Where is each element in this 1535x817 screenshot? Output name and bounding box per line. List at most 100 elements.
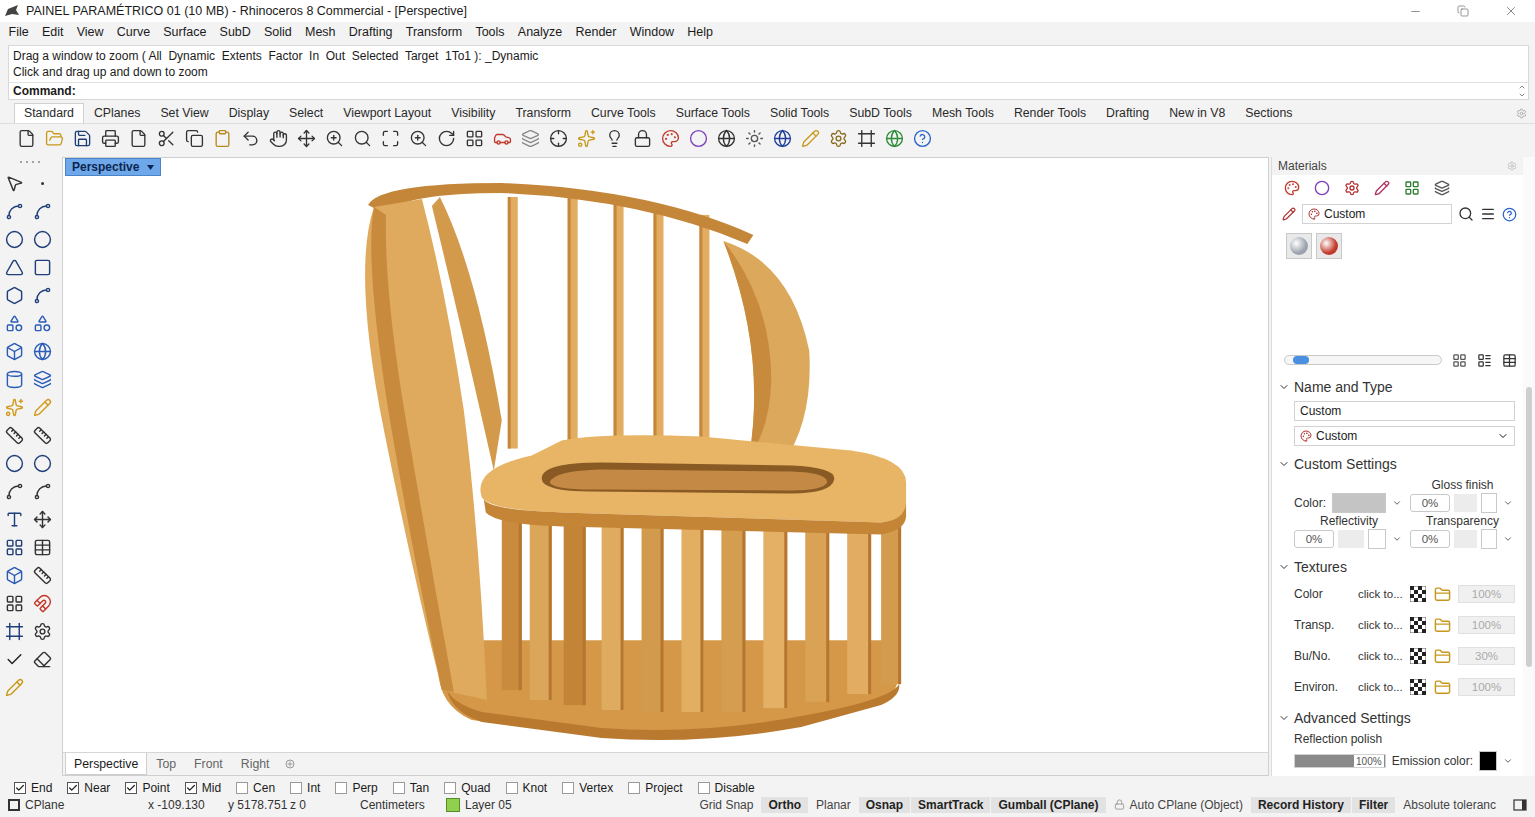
toolbar-tab[interactable]: Select <box>279 103 333 123</box>
textures-tab-icon[interactable] <box>1374 180 1390 196</box>
transparency-control[interactable]: 0% <box>1410 529 1515 549</box>
assign-icon[interactable] <box>1282 207 1296 221</box>
tool-button[interactable] <box>2 479 26 503</box>
status-pane[interactable]: Grid Snap <box>692 797 760 813</box>
toolbar-button[interactable] <box>294 126 318 150</box>
panel-scrollbar[interactable] <box>1523 157 1535 776</box>
osnap-item[interactable]: Quad <box>444 781 490 795</box>
tool-button[interactable] <box>2 255 26 279</box>
tool-button[interactable] <box>30 283 54 307</box>
toolbar-button[interactable] <box>714 126 738 150</box>
viewport-tab[interactable]: Front <box>185 753 232 775</box>
folder-icon[interactable] <box>1434 648 1451 665</box>
toolbar-tab[interactable]: Standard <box>14 103 84 123</box>
osnap-item[interactable]: Int <box>290 781 320 795</box>
tool-button[interactable] <box>30 171 54 195</box>
section-header[interactable]: Name and Type <box>1272 375 1523 399</box>
gloss-slider[interactable] <box>1454 494 1477 512</box>
toolbar-button[interactable] <box>630 126 654 150</box>
transparency-value[interactable]: 0% <box>1410 530 1450 548</box>
grid-view-icon[interactable] <box>1452 353 1467 368</box>
toolbar-tab[interactable]: SubD Tools <box>839 103 922 123</box>
folder-icon[interactable] <box>1434 679 1451 696</box>
osnap-item[interactable]: Project <box>628 781 682 795</box>
tool-button[interactable] <box>2 227 26 251</box>
viewport-tab[interactable]: Right <box>232 753 279 775</box>
tool-button[interactable] <box>2 647 26 671</box>
toolbar-button[interactable] <box>546 126 570 150</box>
status-pane[interactable]: Planar <box>809 797 858 813</box>
toolbar-tab[interactable]: Solid Tools <box>760 103 839 123</box>
decals-tab-icon[interactable] <box>1404 180 1420 196</box>
status-pane[interactable]: Gumball (CPlane) <box>991 797 1105 813</box>
panel-options-icon[interactable] <box>1507 161 1517 171</box>
material-name-field[interactable]: Custom <box>1294 401 1515 421</box>
toolbar-button[interactable] <box>378 126 402 150</box>
toolbar-button[interactable] <box>574 126 598 150</box>
status-pane[interactable]: Record History <box>1251 797 1351 813</box>
osnap-checkbox[interactable] <box>444 782 456 794</box>
tool-button[interactable] <box>30 367 54 391</box>
command-prompt[interactable]: Command: <box>9 82 1528 99</box>
toolbar-button[interactable] <box>686 126 710 150</box>
tool-button[interactable] <box>30 395 54 419</box>
toolbar-button[interactable] <box>154 126 178 150</box>
texture-link[interactable]: click to... <box>1358 681 1406 693</box>
tool-button[interactable] <box>30 563 54 587</box>
environment-tab-icon[interactable] <box>1314 180 1330 196</box>
toolbar-tab[interactable]: Sections <box>1235 103 1302 123</box>
toolbar-button[interactable] <box>434 126 458 150</box>
toolbar-grip[interactable] <box>19 157 41 167</box>
toolbar-button[interactable] <box>462 126 486 150</box>
material-thumbnail[interactable] <box>1316 233 1342 259</box>
menu-icon[interactable] <box>1480 206 1496 222</box>
tool-button[interactable] <box>2 367 26 391</box>
material-thumbnail[interactable] <box>1286 233 1312 259</box>
reflectivity-value[interactable]: 0% <box>1294 530 1334 548</box>
texture-link[interactable]: click to... <box>1358 650 1406 662</box>
scroll-up-icon[interactable] <box>1518 83 1526 91</box>
tool-button[interactable] <box>2 675 26 699</box>
checker-icon[interactable] <box>1410 617 1426 633</box>
osnap-item[interactable]: Point <box>125 781 169 795</box>
toolbar-tab[interactable]: Set View <box>150 103 218 123</box>
texture-link[interactable]: click to... <box>1358 619 1406 631</box>
osnap-checkbox[interactable] <box>562 782 574 794</box>
osnap-item[interactable]: Mid <box>185 781 221 795</box>
toolbar-tab[interactable]: Display <box>219 103 279 123</box>
toolbar-button[interactable] <box>126 126 150 150</box>
toolbar-button[interactable] <box>602 126 626 150</box>
toolbar-button[interactable] <box>658 126 682 150</box>
color-picker[interactable] <box>1332 493 1404 513</box>
toolbar-tab[interactable]: Surface Tools <box>666 103 760 123</box>
osnap-item[interactable]: Disable <box>698 781 755 795</box>
tool-button[interactable] <box>2 171 26 195</box>
toolbar-tab[interactable]: New in V8 <box>1159 103 1235 123</box>
osnap-checkbox[interactable] <box>236 782 248 794</box>
command-scroll[interactable] <box>1516 83 1528 99</box>
reflection-polish-slider[interactable]: 100% <box>1294 754 1386 768</box>
osnap-checkbox[interactable] <box>14 782 26 794</box>
status-pane[interactable]: Osnap <box>859 797 910 813</box>
options-icon[interactable] <box>1516 108 1527 119</box>
toolbar-button[interactable] <box>882 126 906 150</box>
thumbnail-size-slider[interactable] <box>1284 355 1442 365</box>
osnap-item[interactable]: End <box>14 781 52 795</box>
menu-item[interactable]: View <box>70 25 110 39</box>
osnap-checkbox[interactable] <box>185 782 197 794</box>
osnap-checkbox[interactable] <box>67 782 79 794</box>
status-pane[interactable]: Auto CPlane (Object) <box>1107 797 1250 813</box>
tool-button[interactable] <box>30 227 54 251</box>
toolbar-button[interactable] <box>910 126 934 150</box>
menu-item[interactable]: Surface <box>157 25 213 39</box>
tool-button[interactable] <box>2 563 26 587</box>
menu-item[interactable]: Mesh <box>298 25 342 39</box>
tool-button[interactable] <box>2 423 26 447</box>
search-icon[interactable] <box>1458 206 1474 222</box>
tool-button[interactable] <box>2 507 26 531</box>
toolbar-tab[interactable]: Transform <box>505 103 581 123</box>
panel-toggle-icon[interactable] <box>1513 799 1527 811</box>
menu-item[interactable]: Help <box>681 25 720 39</box>
texture-link[interactable]: click to... <box>1358 588 1406 600</box>
viewport-tab[interactable]: Perspective <box>65 753 147 775</box>
